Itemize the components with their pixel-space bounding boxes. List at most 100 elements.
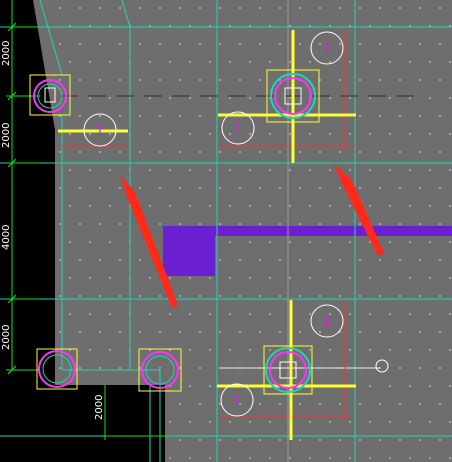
- hatch-dot: [209, 133, 211, 135]
- hatch-dot: [89, 277, 91, 279]
- hatch-dot: [89, 133, 91, 135]
- hatch-dot: [419, 115, 421, 117]
- hatch-dot: [379, 403, 381, 405]
- hatch-dot: [449, 205, 451, 207]
- hatch-dot: [429, 421, 431, 423]
- hatch-dot: [219, 223, 221, 225]
- hatch-dot: [69, 169, 71, 171]
- hatch-dot: [439, 115, 441, 117]
- hatch-dot: [449, 385, 451, 387]
- hatch-dot: [449, 133, 451, 135]
- hatch-dot: [289, 169, 291, 171]
- hatch-dot: [439, 439, 441, 441]
- hatch-dot: [369, 313, 371, 315]
- hatch-dot: [259, 223, 261, 225]
- hatch-dot: [179, 151, 181, 153]
- hatch-dot: [329, 133, 331, 135]
- hatch-dot: [159, 367, 161, 369]
- hatch-dot: [199, 7, 201, 9]
- hatch-dot: [279, 223, 281, 225]
- hatch-dot: [369, 349, 371, 351]
- hatch-dot: [439, 43, 441, 45]
- hatch-dot: [139, 79, 141, 81]
- hatch-dot: [289, 241, 291, 243]
- hatch-dot: [249, 277, 251, 279]
- hatch-dot: [299, 295, 301, 297]
- hatch-dot: [419, 7, 421, 9]
- hatch-dot: [379, 295, 381, 297]
- hatch-dot: [429, 349, 431, 351]
- svg-text:1: 1: [323, 41, 331, 55]
- hatch-dot: [249, 97, 251, 99]
- hatch-dot: [59, 79, 61, 81]
- hatch-dot: [289, 133, 291, 135]
- hatch-dot: [299, 187, 301, 189]
- hatch-dot: [389, 457, 391, 459]
- hatch-dot: [229, 205, 231, 207]
- hatch-dot: [239, 79, 241, 81]
- hatch-dot: [229, 169, 231, 171]
- hatch-dot: [289, 205, 291, 207]
- hatch-dot: [269, 241, 271, 243]
- hatch-dot: [349, 277, 351, 279]
- hatch-dot: [179, 331, 181, 333]
- hatch-dot: [109, 313, 111, 315]
- hatch-dot: [69, 61, 71, 63]
- hatch-dot: [139, 259, 141, 261]
- hatch-dot: [79, 43, 81, 45]
- hatch-dot: [209, 205, 211, 207]
- hatch-dot: [279, 7, 281, 9]
- hatch-dot: [369, 241, 371, 243]
- hatch-dot: [79, 259, 81, 261]
- hatch-dot: [449, 97, 451, 99]
- hatch-dot: [269, 313, 271, 315]
- hatch-dot: [349, 457, 351, 459]
- hatch-dot: [169, 205, 171, 207]
- hatch-dot: [399, 79, 401, 81]
- hatch-dot: [319, 187, 321, 189]
- hatch-dot: [249, 457, 251, 459]
- hatch-dot: [449, 313, 451, 315]
- hatch-dot: [149, 133, 151, 135]
- hatch-dot: [309, 205, 311, 207]
- hatch-dot: [399, 115, 401, 117]
- hatch-dot: [389, 385, 391, 387]
- cad-drawing-canvas[interactable]: 2000 2000 4000 2000 2000 1 1 1 1 1: [0, 0, 452, 462]
- hatch-dot: [359, 79, 361, 81]
- hatch-dot: [369, 457, 371, 459]
- hatch-dot: [189, 457, 191, 459]
- hatch-dot: [369, 205, 371, 207]
- hatch-dot: [299, 151, 301, 153]
- hatch-dot: [299, 223, 301, 225]
- hatch-dot: [179, 79, 181, 81]
- hatch-dot: [189, 61, 191, 63]
- hatch-dot: [409, 133, 411, 135]
- hatch-dot: [319, 403, 321, 405]
- hatch-dot: [219, 259, 221, 261]
- hatch-dot: [349, 61, 351, 63]
- hatch-dot: [329, 205, 331, 207]
- hatch-dot: [319, 7, 321, 9]
- hatch-dot: [339, 295, 341, 297]
- hatch-dot: [259, 151, 261, 153]
- hatch-dot: [79, 223, 81, 225]
- hatch-dot: [99, 7, 101, 9]
- hatch-dot: [189, 349, 191, 351]
- hatch-dot: [329, 97, 331, 99]
- hatch-dot: [409, 277, 411, 279]
- hatch-dot: [219, 7, 221, 9]
- hatch-dot: [299, 259, 301, 261]
- hatch-dot: [419, 367, 421, 369]
- hatch-dot: [399, 331, 401, 333]
- hatch-dot: [279, 331, 281, 333]
- hatch-dot: [339, 43, 341, 45]
- hatch-dot: [139, 115, 141, 117]
- hatch-dot: [219, 295, 221, 297]
- hatch-dot: [69, 205, 71, 207]
- hatch-dot: [409, 385, 411, 387]
- hatch-dot: [259, 79, 261, 81]
- hatch-dot: [329, 457, 331, 459]
- hatch-dot: [99, 151, 101, 153]
- dim-text-2000-lower: 2000: [1, 325, 12, 350]
- hatch-dot: [439, 151, 441, 153]
